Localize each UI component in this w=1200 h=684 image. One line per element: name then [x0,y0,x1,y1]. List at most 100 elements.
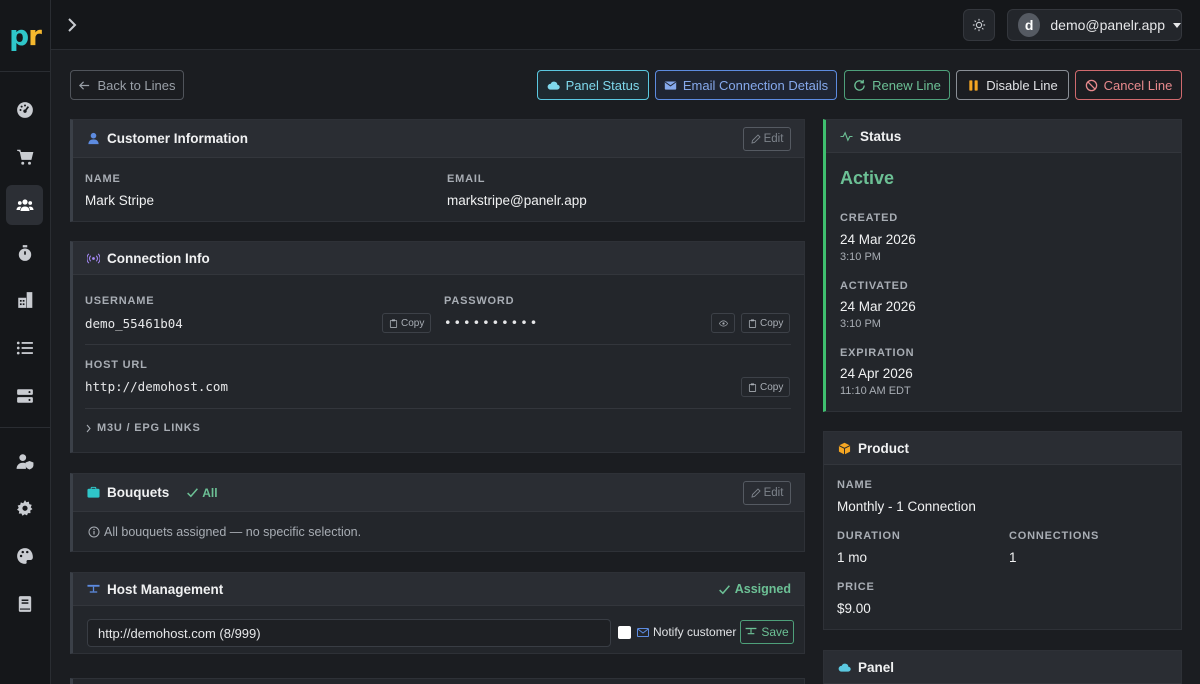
user-icon [88,132,99,145]
panel-title: Panel [858,659,895,675]
palette-icon [16,548,33,564]
status-card: Status Active CREATED 24 Mar 2026 3:10 P… [823,119,1182,412]
customer-info-card: Customer Information Edit NAME Mark Stri… [70,119,805,222]
connection-info-title: Connection Info [107,250,210,266]
gauge-icon [16,102,33,118]
check-icon [718,584,730,594]
nav-servers[interactable] [6,376,43,416]
connections-label: CONNECTIONS [1009,530,1100,542]
name-label: NAME [85,173,121,185]
logo[interactable]: pr [0,0,50,72]
email-details-button[interactable]: Email Connection Details [655,70,837,100]
building-icon [17,292,32,308]
username-label: USERNAME [85,295,155,307]
price-label: PRICE [837,581,875,593]
activated-label: ACTIVATED [840,280,909,292]
notify-customer-label: Notify customer [653,625,737,639]
edit-customer-label: Edit [763,133,784,145]
duration-value: 1 mo [837,550,868,565]
host-select[interactable]: http://demohost.com (8/999) [87,619,611,647]
copy-password-label: Copy [760,317,784,329]
users-icon [16,199,33,211]
network-icon [87,584,100,593]
nav-admins[interactable] [6,441,43,481]
expiration-time: 11:10 AM EDT [840,385,911,397]
expiration-label: EXPIRATION [840,347,915,359]
disable-line-label: Disable Line [986,77,1058,93]
copy-host-label: Copy [760,381,784,393]
price-value: $9.00 [837,601,871,616]
cancel-line-label: Cancel Line [1103,77,1173,93]
chevron-right-icon[interactable] [65,15,79,35]
customer-info-header: Customer Information Edit [73,120,804,158]
sun-icon [972,18,986,32]
save-host-label: Save [761,625,789,639]
nav-settings[interactable] [6,488,43,528]
bouquets-badge-label: All [202,485,218,500]
customer-email: markstripe@panelr.app [447,193,587,208]
envelope-icon [664,80,677,90]
host-management-card: Host Management Assigned http://demohost… [70,572,805,654]
nav-orders[interactable] [6,137,43,177]
broadcast-icon [87,252,100,264]
status-state: Active [840,168,895,188]
panel-status-button[interactable]: Panel Status [537,70,649,100]
nav-customers[interactable] [6,185,43,225]
status-header: Status [826,120,1181,153]
notify-checkbox[interactable] [618,626,631,639]
bouquets-note-text: All bouquets assigned — no specific sele… [104,525,362,539]
edit-bouquets-button[interactable]: Edit [743,481,791,505]
host-url-label: HOST URL [85,359,148,371]
product-title: Product [858,440,910,456]
notify-customer[interactable]: Notify customer [637,625,736,639]
edit-customer-button[interactable]: Edit [743,127,791,151]
product-card: Product NAME Monthly - 1 Connection DURA… [823,431,1182,630]
copy-username-label: Copy [401,317,425,329]
divider [85,344,791,345]
product-name-label: NAME [837,479,873,491]
nav-docs[interactable] [6,584,43,624]
m3u-epg-label: M3U / EPG LINKS [97,422,201,434]
bouquets-note: All bouquets assigned — no specific sele… [88,525,361,539]
copy-host-button[interactable]: Copy [741,377,791,397]
connection-info-header: Connection Info [73,242,804,275]
renew-line-button[interactable]: Renew Line [844,70,950,100]
check-icon [187,488,199,498]
save-host-button[interactable]: Save [740,620,794,644]
nav-resellers[interactable] [6,280,43,320]
avatar: d [1018,13,1041,37]
nav-theme[interactable] [6,536,43,576]
copy-username-button[interactable]: Copy [382,313,432,333]
refresh-icon [854,79,865,91]
list-icon [16,341,33,355]
user-menu-button[interactable]: d demo@panelr.app [1007,9,1182,41]
bouquets-title: Bouquets [107,485,170,500]
theme-toggle-button[interactable] [963,9,995,41]
stopwatch-icon [18,245,31,261]
cloud-icon [838,663,851,672]
customer-info-title: Customer Information [107,131,249,146]
nav-timers[interactable] [6,233,43,273]
reveal-password-button[interactable] [711,313,735,333]
bouquets-header: Bouquets All Edit [73,474,804,512]
nav-dashboard[interactable] [6,90,43,130]
cancel-line-button[interactable]: Cancel Line [1075,70,1182,100]
back-button[interactable]: Back to Lines [70,70,184,100]
activated-time: 3:10 PM [840,318,881,330]
password-label: PASSWORD [444,295,515,307]
network-icon [745,627,757,635]
gear-icon [16,500,32,516]
m3u-epg-toggle[interactable]: M3U / EPG LINKS [85,422,201,434]
disable-line-button[interactable]: Disable Line [956,70,1069,100]
logo-letter-p: p [9,19,29,52]
nav-lists[interactable] [6,328,43,368]
email-label: EMAIL [447,173,486,185]
eye-icon [718,320,728,326]
panel-status-label: Panel Status [565,77,640,93]
back-button-label: Back to Lines [97,77,176,93]
cart-icon [16,149,33,165]
copy-password-button[interactable]: Copy [741,313,791,333]
activity-icon [840,130,853,142]
cube-icon [838,442,851,454]
divider [85,408,791,409]
